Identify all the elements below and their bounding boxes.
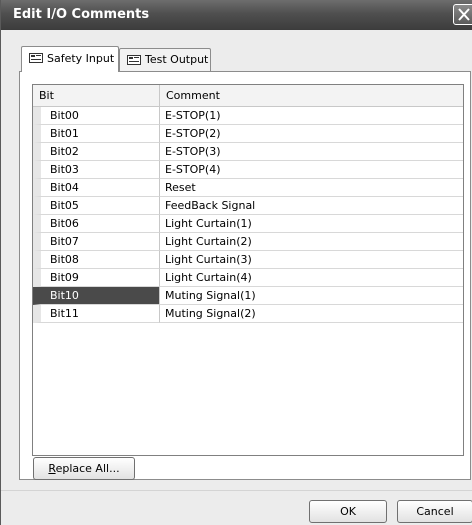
footer-divider bbox=[1, 490, 472, 491]
column-header-comment[interactable]: Comment bbox=[160, 85, 463, 106]
cancel-button[interactable]: Cancel bbox=[397, 500, 472, 523]
table-row-selected[interactable]: Bit10 Muting Signal(1) bbox=[33, 287, 463, 305]
table-row[interactable]: Bit00 E-STOP(1) bbox=[33, 107, 463, 125]
bit-cell[interactable]: Bit10 bbox=[33, 287, 160, 305]
table-row[interactable]: Bit08 Light Curtain(3) bbox=[33, 251, 463, 269]
comment-cell[interactable]: FeedBack Signal bbox=[160, 197, 463, 215]
tab-panel: Bit Comment Bit00 E-STOP(1) Bit01 E-STOP… bbox=[19, 71, 471, 480]
table-row[interactable]: Bit04 Reset bbox=[33, 179, 463, 197]
bit-cell[interactable]: Bit11 bbox=[33, 305, 160, 323]
comment-cell[interactable]: E-STOP(1) bbox=[160, 107, 463, 125]
io-card-icon bbox=[29, 53, 43, 63]
table-row[interactable]: Bit05 FeedBack Signal bbox=[33, 197, 463, 215]
comment-cell[interactable]: Light Curtain(3) bbox=[160, 251, 463, 269]
bit-cell[interactable]: Bit04 bbox=[33, 179, 160, 197]
window-title: Edit I/O Comments bbox=[13, 7, 150, 22]
comment-cell[interactable]: Light Curtain(4) bbox=[160, 269, 463, 287]
bit-cell[interactable]: Bit00 bbox=[33, 107, 160, 125]
comment-cell[interactable]: Reset bbox=[160, 179, 463, 197]
comment-cell[interactable]: Muting Signal(2) bbox=[160, 305, 463, 323]
bit-cell[interactable]: Bit05 bbox=[33, 197, 160, 215]
io-card-icon bbox=[127, 55, 141, 65]
table-row[interactable]: Bit07 Light Curtain(2) bbox=[33, 233, 463, 251]
table-row[interactable]: Bit11 Muting Signal(2) bbox=[33, 305, 463, 323]
replace-all-mnemonic: R bbox=[48, 462, 56, 475]
table-header: Bit Comment bbox=[33, 85, 463, 107]
close-button[interactable] bbox=[453, 4, 472, 25]
bit-cell[interactable]: Bit02 bbox=[33, 143, 160, 161]
tab-label: Test Output bbox=[145, 53, 209, 66]
bit-cell[interactable]: Bit01 bbox=[33, 125, 160, 143]
replace-all-button[interactable]: Replace All... bbox=[33, 457, 135, 480]
tab-test-output[interactable]: Test Output bbox=[119, 48, 211, 71]
comment-cell[interactable]: E-STOP(2) bbox=[160, 125, 463, 143]
table-row[interactable]: Bit09 Light Curtain(4) bbox=[33, 269, 463, 287]
ok-button[interactable]: OK bbox=[309, 500, 387, 523]
comment-cell[interactable]: E-STOP(4) bbox=[160, 161, 463, 179]
comment-table: Bit Comment Bit00 E-STOP(1) Bit01 E-STOP… bbox=[32, 84, 464, 456]
comment-cell-editing[interactable]: Muting Signal(1) bbox=[160, 287, 463, 305]
title-bar: Edit I/O Comments bbox=[1, 0, 472, 30]
comment-cell[interactable]: Light Curtain(1) bbox=[160, 215, 463, 233]
bit-cell[interactable]: Bit07 bbox=[33, 233, 160, 251]
table-row[interactable]: Bit02 E-STOP(3) bbox=[33, 143, 463, 161]
tab-label: Safety Input bbox=[47, 52, 115, 65]
table-row[interactable]: Bit06 Light Curtain(1) bbox=[33, 215, 463, 233]
table-row[interactable]: Bit03 E-STOP(4) bbox=[33, 161, 463, 179]
bit-cell[interactable]: Bit09 bbox=[33, 269, 160, 287]
edit-io-comments-dialog: Edit I/O Comments Safety Input Test Outp… bbox=[0, 0, 472, 525]
comment-cell[interactable]: Light Curtain(2) bbox=[160, 233, 463, 251]
bit-cell[interactable]: Bit03 bbox=[33, 161, 160, 179]
tab-safety-input[interactable]: Safety Input bbox=[21, 46, 119, 72]
comment-cell[interactable]: E-STOP(3) bbox=[160, 143, 463, 161]
column-header-bit[interactable]: Bit bbox=[33, 85, 160, 106]
table-row[interactable]: Bit01 E-STOP(2) bbox=[33, 125, 463, 143]
bit-cell[interactable]: Bit06 bbox=[33, 215, 160, 233]
replace-all-label: eplace All... bbox=[55, 462, 120, 475]
close-icon bbox=[458, 8, 470, 21]
bit-cell[interactable]: Bit08 bbox=[33, 251, 160, 269]
